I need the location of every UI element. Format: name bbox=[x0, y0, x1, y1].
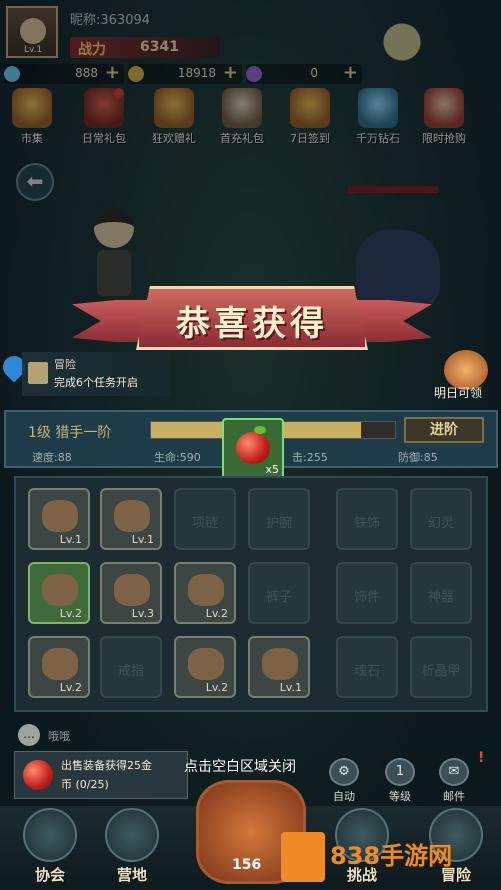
equipment-slot[interactable]: Lv.3 bbox=[100, 562, 162, 624]
equipment-slot[interactable]: Lv.2 bbox=[174, 636, 236, 698]
empty-equipment-slot[interactable]: 项链 bbox=[174, 488, 236, 550]
equipment-level: Lv.3 bbox=[131, 607, 154, 620]
slot-label: 护腕 bbox=[265, 516, 292, 531]
equipment-level: Lv.2 bbox=[59, 681, 82, 694]
slot-label: 魂石 bbox=[353, 664, 380, 679]
tap-to-close-hint: 点击空白区域关闭 bbox=[184, 759, 296, 775]
equipment-slot[interactable]: Lv.2 bbox=[28, 636, 90, 698]
mail-icon: ✉ bbox=[439, 758, 469, 786]
nav-camp-label: 营地 bbox=[116, 866, 147, 884]
advance-button[interactable]: 进阶 bbox=[404, 417, 484, 443]
tomorrow-reward-label: 明日可领 bbox=[434, 386, 483, 400]
auto-button[interactable]: ⚙ 自动 bbox=[324, 758, 364, 804]
watermark-text: 838手游网 bbox=[330, 842, 453, 870]
equipment-slot[interactable]: Lv.2 bbox=[28, 562, 90, 624]
apple-leaf bbox=[254, 426, 266, 434]
chat-message: 哦哦 bbox=[48, 730, 70, 743]
equipment-slot[interactable]: Lv.1 bbox=[248, 636, 310, 698]
auto-label: 自动 bbox=[333, 790, 355, 803]
empty-equipment-slot[interactable]: 魂石 bbox=[336, 636, 398, 698]
nav-guild[interactable]: 协会 bbox=[10, 808, 90, 888]
quest-category: 冒险 bbox=[54, 358, 76, 371]
sale-text-line1: 出售装备获得25金 bbox=[61, 759, 152, 772]
equipment-slot[interactable]: Lv.1 bbox=[28, 488, 90, 550]
level-label: 等级 bbox=[389, 790, 411, 803]
battle-count: 156 bbox=[232, 857, 262, 873]
slot-label: 幻灵 bbox=[427, 516, 454, 531]
chest-armor-icon bbox=[42, 574, 78, 606]
quest-tracker[interactable]: 冒险 完成6个任务开启 bbox=[22, 352, 170, 396]
nav-guild-label: 协会 bbox=[34, 866, 65, 884]
equipment-level: Lv.1 bbox=[131, 533, 154, 546]
equipment-level: Lv.1 bbox=[279, 681, 302, 694]
level-button[interactable]: 1 等级 bbox=[380, 758, 420, 804]
slot-label: 饰件 bbox=[353, 590, 380, 605]
empty-equipment-slot[interactable]: 裤子 bbox=[248, 562, 310, 624]
equipment-slot[interactable]: Lv.2 bbox=[174, 562, 236, 624]
stat-defense: 防御:85 bbox=[398, 451, 438, 464]
apple-icon bbox=[23, 760, 53, 790]
equipment-level: Lv.2 bbox=[59, 607, 82, 620]
quest-task: 完成6个任务开启 bbox=[54, 376, 138, 389]
shield-icon bbox=[262, 648, 298, 680]
empty-equipment-slot[interactable]: 铁饰 bbox=[336, 488, 398, 550]
leather-armor-icon bbox=[42, 500, 78, 532]
reward-quantity: x5 bbox=[265, 463, 279, 476]
stat-hp: 生命:590 bbox=[154, 451, 201, 464]
empty-equipment-slot[interactable]: 析晶甲 bbox=[410, 636, 472, 698]
empty-equipment-slot[interactable]: 神器 bbox=[410, 562, 472, 624]
mace-icon bbox=[42, 648, 78, 680]
empty-equipment-slot[interactable]: 护腕 bbox=[248, 488, 310, 550]
helmet-icon bbox=[114, 500, 150, 532]
gear-icon: ⚙ bbox=[329, 758, 359, 786]
nav-camp[interactable]: 营地 bbox=[92, 808, 172, 888]
boots-icon bbox=[188, 648, 224, 680]
sale-text-line2: 币 (0/25) bbox=[61, 778, 109, 791]
reward-banner: 恭喜获得 bbox=[72, 286, 432, 354]
slot-label: 裤子 bbox=[265, 590, 292, 605]
belt-icon bbox=[188, 574, 224, 606]
camp-icon bbox=[105, 808, 159, 862]
equipment-level: Lv.2 bbox=[205, 607, 228, 620]
guild-icon bbox=[23, 808, 77, 862]
book-icon bbox=[28, 362, 48, 384]
equipment-level: Lv.1 bbox=[59, 533, 82, 546]
slot-label: 铁饰 bbox=[353, 516, 380, 531]
empty-equipment-slot[interactable]: 幻灵 bbox=[410, 488, 472, 550]
slot-label: 项链 bbox=[191, 516, 218, 531]
hunter-rank: 1级 猎手一阶 bbox=[28, 425, 112, 441]
watermark-logo bbox=[281, 832, 325, 882]
mail-label: 邮件 bbox=[443, 790, 465, 803]
level-icon: 1 bbox=[385, 758, 415, 786]
mail-notification-badge: ! bbox=[478, 750, 485, 766]
glove-icon bbox=[114, 574, 150, 606]
stat-speed: 速度:88 bbox=[32, 451, 72, 464]
stat-attack: 击:255 bbox=[292, 451, 328, 464]
banner-title: 恭喜获得 bbox=[176, 304, 328, 344]
slot-label: 析晶甲 bbox=[421, 664, 461, 679]
reward-item-slot[interactable]: x5 bbox=[222, 418, 284, 480]
equipment-level: Lv.2 bbox=[205, 681, 228, 694]
slot-label: 戒指 bbox=[117, 664, 144, 679]
equipment-slot[interactable]: Lv.1 bbox=[100, 488, 162, 550]
mail-button[interactable]: ✉ 邮件 bbox=[434, 758, 474, 804]
chat-bubble-icon[interactable]: ... bbox=[18, 724, 40, 746]
empty-equipment-slot[interactable]: 戒指 bbox=[100, 636, 162, 698]
sell-equipment-quest[interactable]: 出售装备获得25金 币 (0/25) bbox=[14, 751, 188, 799]
slot-label: 神器 bbox=[427, 590, 454, 605]
empty-equipment-slot[interactable]: 饰件 bbox=[336, 562, 398, 624]
apple-icon bbox=[236, 432, 270, 464]
